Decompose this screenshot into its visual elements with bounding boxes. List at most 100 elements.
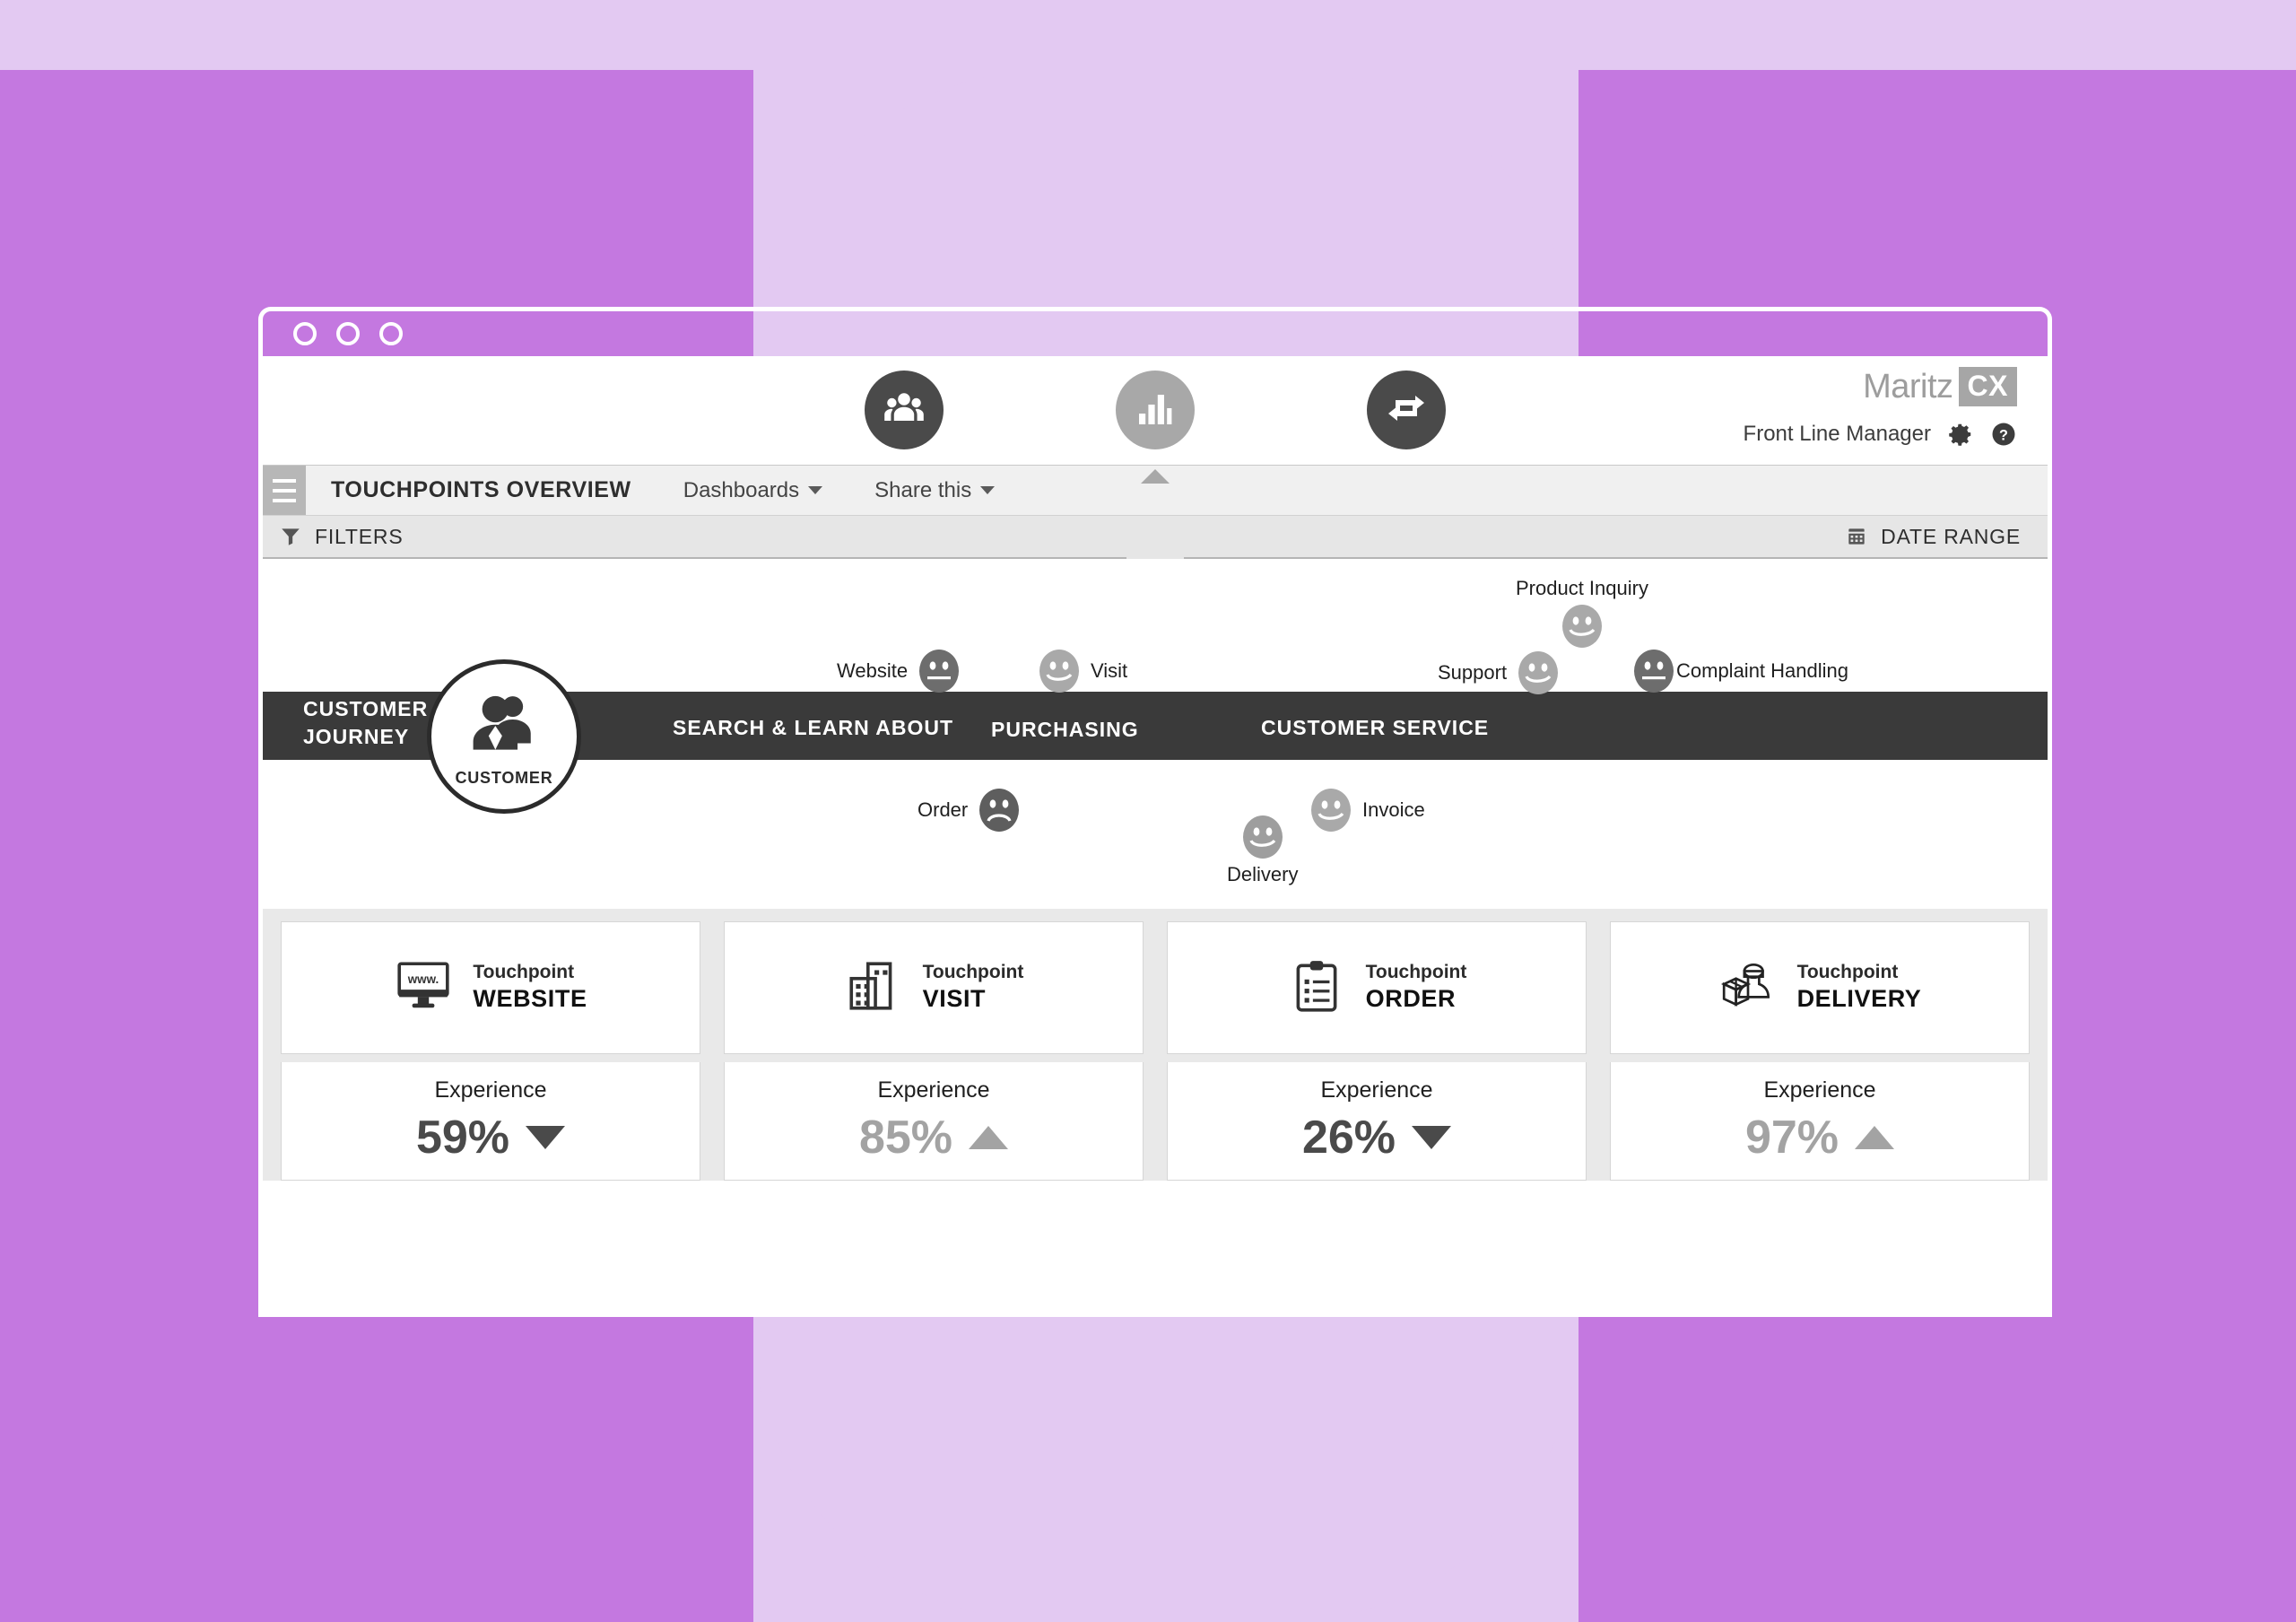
metric-value: 97%	[1744, 1112, 1839, 1164]
nav-dashboards-button[interactable]	[1116, 371, 1195, 449]
window-maximize-dot[interactable]	[379, 322, 403, 345]
chevron-down-icon	[980, 486, 996, 494]
page-title: TOUCHPOINTS OVERVIEW	[331, 477, 631, 502]
help-circle-icon[interactable]: ?	[1990, 421, 2017, 448]
card-header: Touchpoint VISIT	[724, 921, 1144, 1054]
nav-workflow-button[interactable]	[1367, 371, 1446, 449]
filters-bar: FILTERS DATE RANGE	[263, 516, 2048, 575]
brand-logo: Maritz CX	[1863, 367, 2017, 406]
svg-text:www.: www.	[407, 972, 439, 985]
card-kicker: Touchpoint	[1796, 962, 1899, 982]
card-metric: Experience 26%	[1167, 1062, 1587, 1181]
touchpoint-node-support[interactable]: Support	[1438, 650, 1559, 695]
journey-title-line2: JOURNEY	[303, 725, 410, 749]
metric-label: Experience	[877, 1077, 990, 1103]
journey-title-line1: CUSTOMER	[303, 697, 429, 720]
touchpoint-node-invoice[interactable]: Invoice	[1310, 788, 1425, 833]
touchpoint-label: Product Inquiry	[1516, 577, 1648, 599]
customer-avatar-icon	[465, 685, 543, 767]
card-name: ORDER	[1365, 985, 1457, 1013]
metric-label: Experience	[434, 1077, 547, 1103]
window-titlebar	[263, 311, 2048, 356]
card-kicker: Touchpoint	[473, 962, 575, 982]
card-name: VISIT	[922, 985, 987, 1013]
metric-value-group: 59%	[415, 1111, 566, 1164]
metric-label: Experience	[1763, 1077, 1876, 1103]
card-metric: Experience 59%	[281, 1062, 700, 1181]
window-close-dot[interactable]	[293, 322, 317, 345]
card-labels: Touchpoint VISIT	[923, 961, 1024, 1015]
loop-arrows-icon	[1385, 387, 1428, 434]
bar-chart-icon	[1134, 387, 1177, 434]
face-neutral-icon	[918, 649, 960, 693]
monitor-www-icon: www.	[394, 956, 453, 1020]
hamburger-icon[interactable]	[263, 466, 306, 515]
date-range-button[interactable]: DATE RANGE	[1845, 525, 2021, 549]
customer-journey-map: CUSTOMER JOURNEY SEARCH & LEARN ABOUT PU…	[263, 559, 2048, 909]
date-range-label: DATE RANGE	[1881, 524, 2021, 548]
metric-label: Experience	[1320, 1077, 1433, 1103]
face-neutral-icon	[1633, 649, 1674, 693]
svg-text:?: ?	[1999, 427, 2008, 443]
app-header: Maritz CX Front Line Manager ?	[263, 356, 2048, 466]
metric-value-group: 85%	[858, 1111, 1009, 1164]
touchpoint-card-visit[interactable]: Touchpoint VISIT Experience 85%	[724, 921, 1144, 1181]
touchpoint-label: Invoice	[1362, 798, 1425, 821]
touchpoint-label: Order	[918, 798, 969, 821]
touchpoint-cards: www. Touchpoint WEBSITE Experience 59% T…	[281, 921, 2030, 1181]
face-happy-icon	[1518, 650, 1559, 695]
metric-value: 59%	[415, 1112, 510, 1164]
touchpoint-node-delivery[interactable]: Delivery	[1227, 815, 1298, 886]
face-sad-icon	[978, 788, 1020, 833]
metric-value-group: 26%	[1302, 1111, 1452, 1164]
card-labels: Touchpoint ORDER	[1366, 961, 1467, 1015]
touchpoint-label: Delivery	[1227, 863, 1299, 885]
people-icon	[883, 387, 926, 434]
card-header: Touchpoint DELIVERY	[1610, 921, 2030, 1054]
face-happy-icon	[1310, 788, 1352, 833]
app-viewport: Maritz CX Front Line Manager ? TOUCHPOIN…	[263, 356, 2048, 1317]
trend-up-icon	[969, 1126, 1009, 1149]
gear-icon[interactable]	[1947, 421, 1974, 448]
trend-down-icon	[1412, 1126, 1452, 1149]
card-header: www. Touchpoint WEBSITE	[281, 921, 700, 1054]
card-header: Touchpoint ORDER	[1167, 921, 1587, 1054]
card-labels: Touchpoint DELIVERY	[1797, 961, 1922, 1015]
touchpoint-label: Visit	[1091, 659, 1128, 682]
metric-value: 85%	[858, 1112, 953, 1164]
window-minimize-dot[interactable]	[336, 322, 360, 345]
card-labels: Touchpoint WEBSITE	[473, 961, 587, 1015]
touchpoint-card-website[interactable]: www. Touchpoint WEBSITE Experience 59%	[281, 921, 700, 1181]
touchpoint-card-order[interactable]: Touchpoint ORDER Experience 26%	[1167, 921, 1587, 1181]
card-name: WEBSITE	[473, 985, 587, 1013]
chevron-down-icon	[808, 486, 823, 494]
touchpoint-label: Website	[837, 659, 909, 682]
journey-title: CUSTOMER JOURNEY	[303, 695, 428, 751]
touchpoint-node-complaint-handling[interactable]: Complaint Handling	[1633, 649, 1848, 693]
journey-stage-search: SEARCH & LEARN ABOUT	[673, 716, 954, 739]
metric-value-group: 97%	[1744, 1111, 1895, 1164]
dashboards-menu[interactable]: Dashboards	[631, 466, 823, 515]
share-menu[interactable]: Share this	[822, 466, 996, 515]
share-menu-label: Share this	[874, 477, 972, 502]
funnel-icon	[279, 525, 302, 548]
journey-stage-purchasing: PURCHASING	[991, 718, 1139, 741]
touchpoint-card-delivery[interactable]: Touchpoint DELIVERY Experience 97%	[1610, 921, 2030, 1181]
brand-suffix: CX	[1958, 367, 2017, 406]
card-name: DELIVERY	[1796, 985, 1922, 1013]
touchpoint-node-product-inquiry[interactable]: Product Inquiry	[1516, 577, 1648, 649]
touchpoint-node-website[interactable]: Website	[837, 649, 960, 693]
customer-avatar-node: CUSTOMER	[427, 659, 581, 814]
face-happy-icon	[1242, 815, 1283, 859]
face-happy-icon	[1039, 649, 1080, 693]
touchpoint-node-visit[interactable]: Visit	[1039, 649, 1127, 693]
touchpoint-label: Support	[1438, 661, 1508, 684]
building-icon	[844, 956, 903, 1020]
touchpoint-cards-section: www. Touchpoint WEBSITE Experience 59% T…	[263, 909, 2048, 1181]
nav-people-button[interactable]	[865, 371, 944, 449]
touchpoint-node-order[interactable]: Order	[918, 788, 1020, 833]
filters-button[interactable]: FILTERS	[279, 525, 403, 549]
face-happy-icon	[1561, 604, 1603, 649]
calendar-icon	[1845, 525, 1868, 548]
browser-window: Maritz CX Front Line Manager ? TOUCHPOIN…	[258, 307, 2052, 1317]
